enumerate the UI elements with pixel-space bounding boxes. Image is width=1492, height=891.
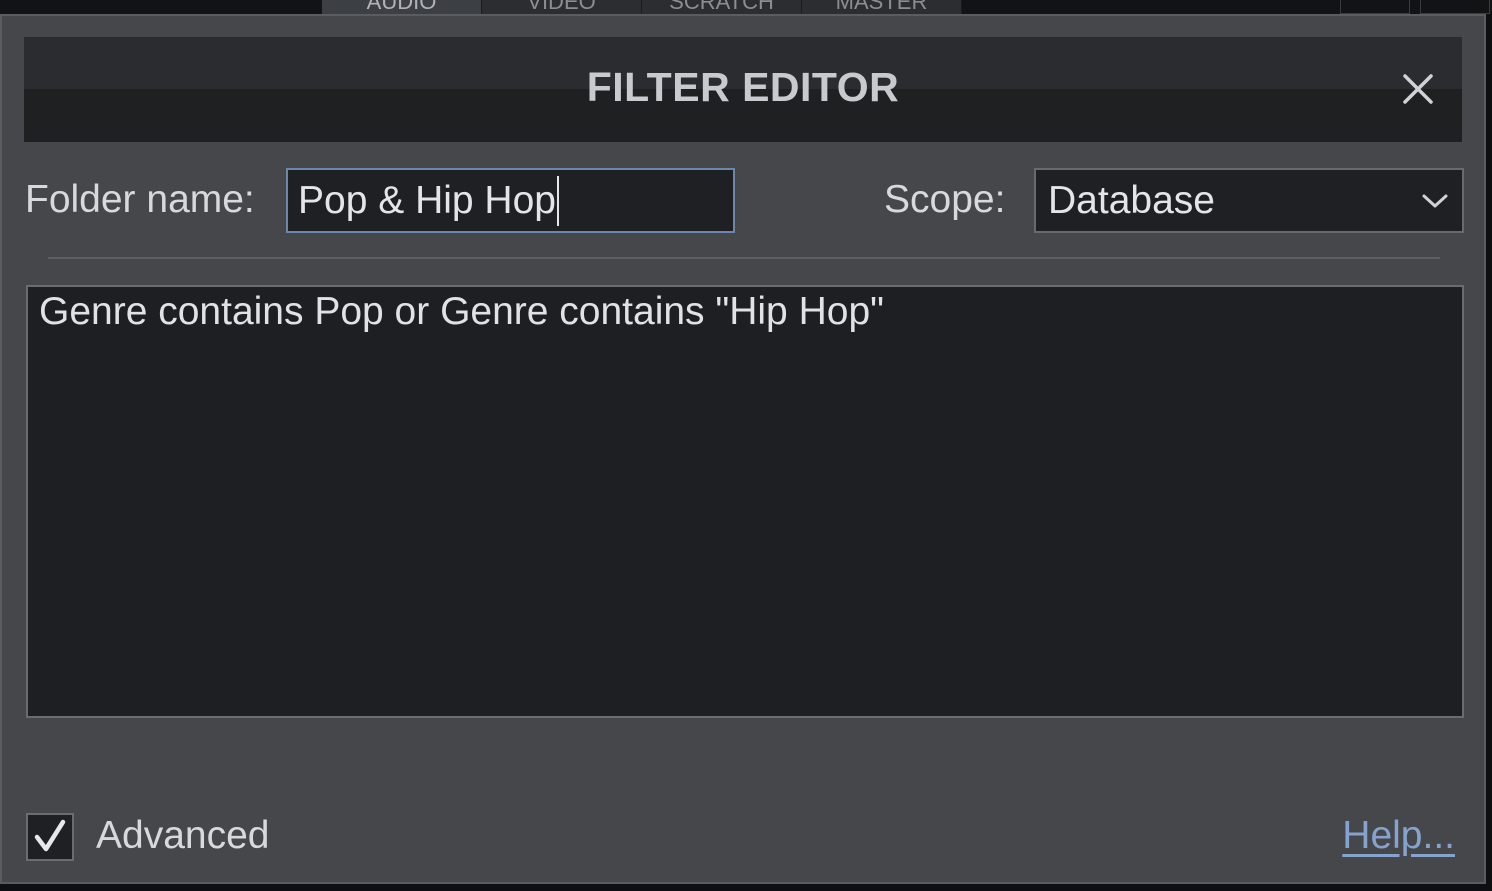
background-right-controls [1340, 0, 1492, 14]
scope-value: Database [1048, 178, 1215, 222]
advanced-label: Advanced [96, 814, 270, 857]
text-caret [556, 175, 559, 226]
filter-expression-text: Genre contains Pop or Genre contains "Hi… [39, 290, 884, 333]
background-tab-bar: AUDIO VIDEO SCRATCH MASTER [322, 0, 964, 14]
folder-name-input[interactable]: Pop & Hip Hop [286, 168, 735, 233]
background-button[interactable] [1340, 0, 1410, 14]
background-button[interactable] [1420, 0, 1490, 14]
advanced-checkbox[interactable] [26, 813, 74, 861]
dialog-title-bar: FILTER EDITOR [24, 37, 1462, 142]
background-tab-audio[interactable]: AUDIO [322, 0, 482, 14]
checkmark-icon [34, 819, 66, 852]
chevron-down-icon [1422, 194, 1448, 207]
background-tab-master[interactable]: MASTER [802, 0, 962, 14]
scope-label: Scope: [884, 178, 1006, 221]
close-button[interactable] [1400, 71, 1436, 107]
divider [48, 257, 1440, 259]
filter-expression-editor[interactable]: Genre contains Pop or Genre contains "Hi… [26, 285, 1464, 718]
scope-select[interactable]: Database [1034, 168, 1464, 233]
help-link[interactable]: Help... [1342, 814, 1455, 858]
background-tab-scratch[interactable]: SCRATCH [642, 0, 802, 14]
background-tab-video[interactable]: VIDEO [482, 0, 642, 14]
folder-name-label: Folder name: [25, 178, 255, 221]
close-icon [1403, 74, 1433, 104]
filter-editor-dialog: FILTER EDITOR Folder name: Pop & Hip Hop… [0, 14, 1486, 884]
folder-name-value: Pop & Hip Hop [298, 178, 556, 222]
dialog-title: FILTER EDITOR [586, 64, 900, 110]
